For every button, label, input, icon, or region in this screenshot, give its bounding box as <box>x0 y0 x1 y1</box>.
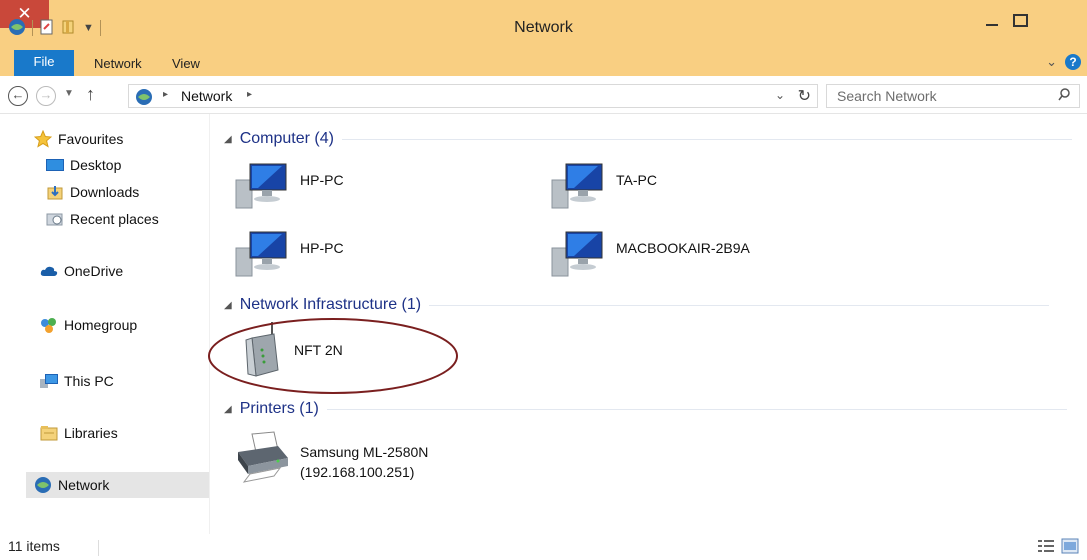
help-icon[interactable]: ? <box>1065 54 1081 70</box>
search-icon[interactable] <box>1057 87 1071 106</box>
star-icon <box>34 130 52 148</box>
view-switcher <box>1037 538 1079 557</box>
desktop-icon <box>46 159 64 171</box>
refresh-icon[interactable]: ↻ <box>798 86 811 106</box>
sidebar-item-homegroup[interactable]: Homegroup <box>40 314 137 336</box>
status-divider <box>98 540 99 556</box>
sidebar-item-label: Libraries <box>64 425 118 441</box>
router-item[interactable]: NFT 2N <box>244 320 343 378</box>
item-label[interactable]: HP-PC <box>300 238 344 258</box>
printer-icon <box>238 431 288 483</box>
sidebar-item-libraries[interactable]: Libraries <box>40 422 118 444</box>
chevron-right-icon[interactable]: ▸ <box>247 89 252 100</box>
sidebar-item-label: Downloads <box>70 184 140 200</box>
title-bar: ▼ Network ✕ <box>0 0 1087 46</box>
printer-item[interactable]: Samsung ML-2580N (192.168.100.251) <box>234 430 428 484</box>
group-header-network-infrastructure[interactable]: ◢ Network Infrastructure (1) <box>224 294 1050 316</box>
group-divider <box>341 138 1072 140</box>
search-placeholder[interactable]: Search Network <box>837 88 937 104</box>
collapse-triangle-icon[interactable]: ◢ <box>224 300 232 311</box>
recent-places-icon <box>46 213 63 226</box>
group-divider <box>429 304 1050 306</box>
computer-icon <box>235 163 287 209</box>
computer-item[interactable]: MACBOOKAIR-2B9A <box>550 226 750 282</box>
ribbon-tabs: File Network View ⌄ ? <box>0 46 1087 76</box>
navigation-bar: ← → ▼ ↑ ▸ Network ▸ ⌄ ↻ Search Network <box>0 76 1087 114</box>
network-location-icon <box>135 88 153 109</box>
group-title[interactable]: Printers (1) <box>240 400 319 418</box>
item-label[interactable]: TA-PC <box>616 170 657 190</box>
content-pane: ◢ Computer (4) HP-PC TA-PC HP-PC MACBOOK… <box>210 114 1087 534</box>
group-divider <box>326 408 1067 410</box>
downloads-icon <box>47 186 63 200</box>
sidebar-item-label: This PC <box>64 373 114 389</box>
sidebar-item-favourites[interactable]: Favourites <box>34 128 123 150</box>
computer-icon <box>235 231 287 277</box>
group-title[interactable]: Network Infrastructure (1) <box>240 296 421 314</box>
tab-file[interactable]: File <box>14 50 74 76</box>
sidebar-item-label: Favourites <box>58 131 124 147</box>
recent-locations-icon[interactable]: ▼ <box>64 88 74 99</box>
item-label[interactable]: NFT 2N <box>294 340 343 360</box>
sidebar-item-downloads[interactable]: Downloads <box>46 181 139 203</box>
up-arrow-icon[interactable]: ↑ <box>86 84 95 105</box>
item-label[interactable]: HP-PC <box>300 170 344 190</box>
sidebar-item-label: OneDrive <box>64 263 124 279</box>
group-header-printers[interactable]: ◢ Printers (1) <box>224 398 1067 420</box>
computer-icon <box>40 374 58 388</box>
group-header-computer[interactable]: ◢ Computer (4) <box>224 128 1072 150</box>
maximize-button[interactable] <box>1004 10 1036 38</box>
sidebar-item-label: Desktop <box>70 157 122 173</box>
computer-icon <box>551 231 603 277</box>
sidebar-item-label: Network <box>58 477 110 493</box>
cloud-icon <box>40 266 58 276</box>
printer-label[interactable]: Samsung ML-2580N (192.168.100.251) <box>300 442 428 482</box>
search-box[interactable]: Search Network <box>826 84 1080 108</box>
back-button[interactable]: ← <box>8 86 28 106</box>
sidebar-item-desktop[interactable]: Desktop <box>46 154 121 176</box>
computer-item[interactable]: HP-PC <box>234 158 344 214</box>
address-path[interactable]: Network <box>181 88 232 104</box>
tab-network[interactable]: Network <box>94 52 142 76</box>
sidebar-item-onedrive[interactable]: OneDrive <box>40 260 123 282</box>
sidebar-item-label: Homegroup <box>64 317 138 333</box>
large-icons-view-icon[interactable] <box>1061 538 1079 557</box>
sidebar-item-label: Recent places <box>70 211 159 227</box>
computer-item[interactable]: TA-PC <box>550 158 657 214</box>
navigation-pane: Favourites Desktop Downloads Recent plac… <box>0 114 210 534</box>
chevron-right-icon[interactable]: ▸ <box>163 89 168 100</box>
sidebar-item-this-pc[interactable]: This PC <box>40 370 114 392</box>
forward-button[interactable]: → <box>36 86 56 106</box>
router-icon <box>245 322 279 377</box>
window-title: Network <box>514 19 573 36</box>
sidebar-item-network[interactable]: Network <box>34 474 109 496</box>
printer-name[interactable]: Samsung ML-2580N <box>300 442 428 462</box>
item-label[interactable]: MACBOOKAIR-2B9A <box>616 238 750 258</box>
expand-ribbon-icon[interactable]: ⌄ <box>1046 54 1057 70</box>
collapse-triangle-icon[interactable]: ◢ <box>224 134 232 145</box>
address-bar[interactable]: ▸ Network ▸ ⌄ ↻ <box>128 84 818 108</box>
sidebar-item-recent-places[interactable]: Recent places <box>46 208 159 230</box>
tab-view[interactable]: View <box>172 52 200 76</box>
computer-item[interactable]: HP-PC <box>234 226 344 282</box>
collapse-triangle-icon[interactable]: ◢ <box>224 404 232 415</box>
computer-icon <box>551 163 603 209</box>
address-dropdown-icon[interactable]: ⌄ <box>775 88 785 102</box>
network-icon <box>35 477 51 493</box>
homegroup-icon <box>41 318 56 333</box>
libraries-icon <box>40 426 58 441</box>
status-bar: 11 items <box>0 534 1087 560</box>
printer-address[interactable]: (192.168.100.251) <box>300 462 428 482</box>
details-view-icon[interactable] <box>1037 538 1055 557</box>
item-count: 11 items <box>8 538 60 554</box>
group-title[interactable]: Computer (4) <box>240 130 334 148</box>
